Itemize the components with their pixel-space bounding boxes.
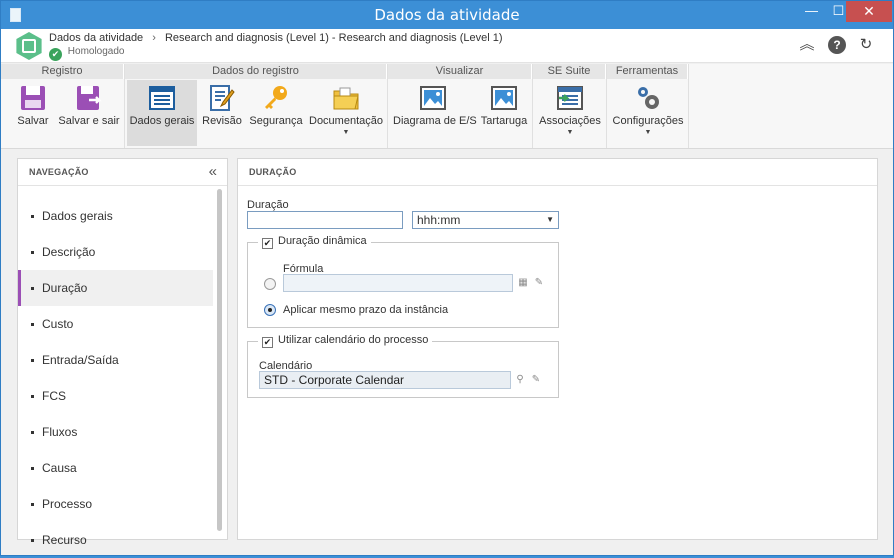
status-badge: ✔ Homologado [49, 46, 125, 61]
clear-icon[interactable]: ✎ [529, 373, 543, 387]
clear-icon: ✎ [534, 277, 544, 288]
button-label: Segurança [249, 115, 303, 127]
title-bar: Dados da atividade — ☐ ✕ [1, 1, 893, 29]
form-icon [149, 86, 175, 110]
edit-doc-icon [210, 85, 235, 111]
navigation-title-text: NAVEGAÇÃO [29, 167, 89, 177]
panel-title: DURAÇÃO [238, 159, 877, 186]
group-title: Visualizar [388, 64, 532, 79]
apply-instance-label: Aplicar mesmo prazo da instância [283, 304, 449, 316]
button-label: Tartaruga [480, 115, 528, 127]
associations-icon [557, 86, 583, 110]
activity-window: Dados da atividade — ☐ ✕ Dados da ativid… [0, 0, 894, 556]
close-button[interactable]: ✕ [846, 1, 892, 22]
revision-button[interactable]: Revisão [201, 80, 243, 146]
folder-icon [333, 87, 359, 110]
refresh-icon[interactable]: ↻ [857, 36, 875, 54]
record-header: Dados da atividade › Research and diagno… [1, 29, 893, 63]
gears-icon [638, 87, 659, 109]
button-label: Associações [539, 115, 601, 127]
group-title: SE Suite [533, 64, 606, 79]
associations-button[interactable]: Associações ▼ [537, 80, 603, 146]
button-label: Salvar [17, 115, 49, 127]
nav-item-fcs[interactable]: FCS [18, 378, 227, 414]
dropdown-arrow-icon: ▼ [342, 129, 350, 136]
nav-item-recurso[interactable]: Recurso [18, 522, 227, 558]
button-label: Documentação [309, 115, 383, 127]
button-label: Salvar e sair [58, 115, 120, 127]
image-icon [491, 86, 517, 110]
duration-label: Duração [247, 199, 289, 211]
window-title: Dados da atividade [374, 6, 520, 24]
calendar-field: STD - Corporate Calendar [259, 371, 511, 389]
status-label: Homologado [67, 46, 125, 57]
navigation-scrollbar[interactable] [217, 189, 222, 531]
calendar-checkbox[interactable]: ✔ [262, 337, 273, 348]
nav-item-entrada-saida[interactable]: Entrada/Saída [18, 342, 227, 378]
activity-icon-inner [22, 39, 36, 53]
dynamic-duration-group: ✔ Duração dinâmica Fórmula ▦ ✎ Aplicar me… [247, 235, 559, 328]
nav-item-descricao[interactable]: Descrição [18, 234, 227, 270]
minimize-button[interactable]: — [798, 1, 825, 22]
io-diagram-button[interactable]: Diagrama de E/S [393, 80, 477, 146]
turtle-button[interactable]: Tartaruga [479, 80, 529, 146]
nav-item-custo[interactable]: Custo [18, 306, 227, 342]
calendar-group-label: Utilizar calendário do processo [278, 334, 429, 346]
button-label: Dados gerais [129, 115, 195, 127]
nav-item-fluxos[interactable]: Fluxos [18, 414, 227, 450]
calendar-group: ✔ Utilizar calendário do processo Calendá… [247, 334, 559, 398]
dropdown-arrow-icon: ▼ [644, 129, 652, 136]
navigation-list: Dados gerais Descrição Duração Custo Ent… [18, 198, 227, 558]
nav-item-causa[interactable]: Causa [18, 450, 227, 486]
button-label: Configurações [612, 115, 684, 127]
image-icon [420, 86, 446, 110]
collapse-icon[interactable]: « [209, 163, 217, 180]
dynamic-duration-legend[interactable]: ✔ Duração dinâmica [258, 235, 371, 249]
breadcrumb-item: Research and diagnosis (Level 1) - Resea… [164, 32, 503, 44]
collapse-up-icon[interactable]: ︽ [798, 36, 816, 54]
button-label: Diagrama de E/S [393, 115, 477, 127]
security-button[interactable]: Segurança [249, 80, 303, 146]
calendar-legend[interactable]: ✔ Utilizar calendário do processo [258, 334, 433, 348]
group-title: Dados do registro [125, 64, 387, 79]
formula-radio[interactable] [264, 278, 276, 290]
breadcrumb-item[interactable]: Dados da atividade [49, 32, 143, 44]
save-exit-icon [77, 86, 102, 110]
dynamic-duration-label: Duração dinâmica [278, 235, 367, 247]
settings-button[interactable]: Configurações ▼ [611, 80, 685, 146]
checkmark-icon: ✔ [49, 48, 62, 61]
nav-item-dados-gerais[interactable]: Dados gerais [18, 198, 227, 234]
duration-input[interactable] [247, 211, 403, 229]
group-title: Registro [1, 64, 124, 79]
dynamic-duration-checkbox[interactable]: ✔ [262, 238, 273, 249]
navigation-panel: NAVEGAÇÃO « Dados gerais Descrição Duraç… [17, 158, 228, 547]
breadcrumb-separator: › [152, 32, 156, 44]
save-button[interactable]: Salvar [13, 80, 53, 146]
duration-format-select[interactable]: hhh:mm ▼ [412, 211, 559, 229]
group-title: Ferramentas [607, 64, 688, 79]
apply-instance-radio[interactable] [264, 304, 276, 316]
key-icon [265, 86, 287, 109]
ribbon-toolbar: Registro Dados do registro Visualizar SE… [1, 64, 893, 149]
button-label: Revisão [202, 115, 242, 127]
nav-item-duracao[interactable]: Duração [18, 270, 213, 306]
navigation-title: NAVEGAÇÃO [18, 159, 227, 186]
calculator-icon: ▦ [518, 277, 528, 288]
help-icon[interactable]: ? [828, 36, 846, 54]
save-icon [21, 86, 45, 110]
chevron-down-icon: ▼ [546, 215, 554, 224]
select-value: hhh:mm [417, 213, 461, 227]
save-and-exit-button[interactable]: Salvar e sair [57, 80, 121, 146]
formula-input [283, 274, 513, 292]
general-data-button[interactable]: Dados gerais [127, 80, 197, 146]
search-icon[interactable]: ⚲ [513, 373, 527, 387]
documentation-button[interactable]: Documentação ▼ [309, 80, 383, 146]
nav-item-processo[interactable]: Processo [18, 486, 227, 522]
breadcrumb: Dados da atividade › Research and diagno… [49, 32, 503, 44]
duration-panel: DURAÇÃO Duração hhh:mm ▼ ✔ Duração dinâmi… [237, 158, 878, 540]
dropdown-arrow-icon: ▼ [566, 129, 574, 136]
